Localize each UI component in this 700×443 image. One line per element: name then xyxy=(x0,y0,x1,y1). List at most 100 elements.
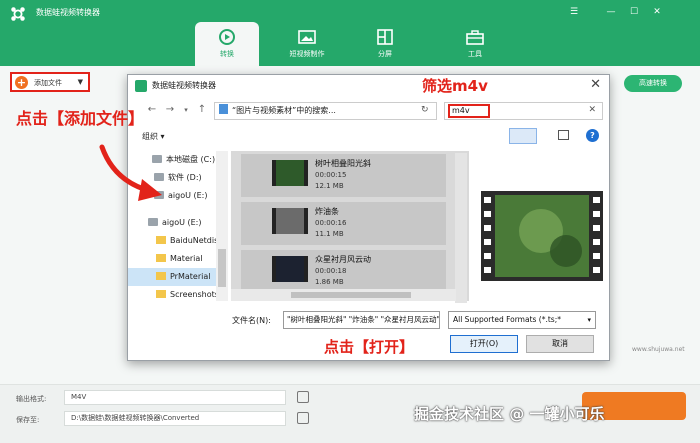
annotation-add-file: 点击【添加文件】 xyxy=(16,109,145,128)
add-file-label: 添加文件 xyxy=(34,79,62,87)
tree-item-material[interactable]: Material xyxy=(128,250,228,268)
list-item[interactable]: 炸油条 00:00:16 11.1 MB xyxy=(241,202,446,245)
refresh-icon[interactable]: ↻ xyxy=(421,105,429,115)
plus-icon: + xyxy=(15,76,28,89)
file-type-value: All Supported Formats (*.ts;* xyxy=(453,315,561,324)
file-size: 1.86 MB xyxy=(315,278,344,286)
horizontal-scroll-thumb[interactable] xyxy=(291,292,411,298)
dialog-toolbar: 组织 ▾ ? xyxy=(128,125,609,147)
tree-item-baidunetdisk[interactable]: BaiduNetdisk xyxy=(128,232,228,250)
folder-icon xyxy=(156,254,166,262)
tree-label: aigoU (E:) xyxy=(162,218,202,227)
cancel-button[interactable]: 取消 xyxy=(526,335,594,353)
file-list-scrollbar[interactable] xyxy=(455,153,467,303)
tree-label: 本地磁盘 (C:) xyxy=(166,155,216,164)
view-options-button[interactable] xyxy=(509,128,537,144)
file-duration: 00:00:16 xyxy=(315,219,347,227)
dialog-close-icon[interactable]: ✕ xyxy=(590,77,601,92)
video-thumbnail xyxy=(272,208,308,234)
open-label: 打开(O) xyxy=(469,339,499,348)
tree-scrollbar[interactable] xyxy=(216,151,228,301)
filename-label: 文件名(N): xyxy=(232,316,271,325)
save-to-select[interactable]: D:\数据蛙\数据蛙视频转换器\Converted xyxy=(64,411,286,426)
app-logo-icon xyxy=(11,7,25,21)
format-settings-icon[interactable] xyxy=(297,391,309,403)
search-box[interactable]: m4v ✕ xyxy=(444,102,603,120)
clear-search-icon[interactable]: ✕ xyxy=(588,105,596,115)
back-icon[interactable]: ← xyxy=(146,104,158,115)
tree-label: BaiduNetdisk xyxy=(170,236,223,245)
tab-label: 转换 xyxy=(220,50,234,58)
tab-label: 短视频制作 xyxy=(289,50,325,58)
drive-icon xyxy=(148,218,158,226)
dialog-title: 数据蛙视频转换器 xyxy=(152,81,216,90)
chevron-down-icon: ▾ xyxy=(587,316,591,324)
convert-icon xyxy=(219,29,235,45)
tree-label: Screenshots xyxy=(170,290,219,299)
folder-icon xyxy=(156,290,166,298)
film-strip-icon xyxy=(481,191,603,281)
search-folder-icon xyxy=(219,104,228,114)
address-text: “图片与视频素材”中的搜索... xyxy=(232,106,336,115)
search-input[interactable]: m4v xyxy=(448,104,490,118)
tree-label: Material xyxy=(170,254,203,263)
annotation-open: 点击【打开】 xyxy=(324,338,415,356)
maximize-icon[interactable]: ☐ xyxy=(627,6,641,18)
address-bar[interactable]: “图片与视频素材”中的搜索... xyxy=(214,102,437,120)
help-icon[interactable]: ? xyxy=(586,129,599,142)
save-to-value: D:\数据蛙\数据蛙视频转换器\Converted xyxy=(71,414,200,422)
minimize-icon[interactable]: — xyxy=(604,6,618,18)
forward-icon[interactable]: → xyxy=(164,104,176,115)
tree-scroll-thumb[interactable] xyxy=(218,249,226,287)
tree-label: aigoU (E:) xyxy=(168,191,208,200)
file-size: 11.1 MB xyxy=(315,230,344,238)
file-type-select[interactable]: All Supported Formats (*.ts;* ▾ xyxy=(448,311,596,329)
list-item[interactable]: 众星衬月风云动 00:00:18 1.86 MB xyxy=(241,250,446,293)
dialog-title-bar: 数据蛙视频转换器 ✕ xyxy=(128,75,609,97)
tree-item-aigou-e-root[interactable]: aigoU (E:) xyxy=(128,214,228,232)
red-arrow-icon xyxy=(99,144,162,201)
video-thumbnail xyxy=(272,256,308,282)
tree-label: PrMaterial xyxy=(170,272,211,281)
filename-value: "树叶相叠阳光斜" "炸油条" "众星衬月风云动" xyxy=(287,315,440,324)
file-list: 树叶相叠阳光斜 00:00:15 12.1 MB 炸油条 00:00:16 11… xyxy=(231,151,469,301)
output-format-select[interactable]: M4V xyxy=(64,390,286,405)
tab-split-screen[interactable]: 分屏 xyxy=(353,22,417,66)
toolbox-icon xyxy=(466,30,484,45)
tab-label: 分屏 xyxy=(378,50,392,58)
tab-convert[interactable]: 转换 xyxy=(195,22,259,66)
folder-icon[interactable] xyxy=(297,412,309,424)
image-icon xyxy=(298,30,316,44)
tree-item-prmaterial[interactable]: PrMaterial xyxy=(128,268,228,286)
horizontal-scrollbar[interactable] xyxy=(231,289,456,301)
folder-icon xyxy=(156,236,166,244)
up-icon[interactable]: ↑ xyxy=(196,104,208,115)
app-header: 数据蛙视频转换器 ☰ — ☐ ✕ 转换 短视频制作 分屏 工具 xyxy=(0,0,700,66)
menu-icon[interactable]: ☰ xyxy=(567,6,581,18)
annotation-filter: 筛选m4v xyxy=(422,77,488,95)
split-screen-icon xyxy=(377,29,393,45)
folder-icon xyxy=(156,272,166,280)
open-button[interactable]: 打开(O) xyxy=(450,335,518,353)
filename-input[interactable]: "树叶相叠阳光斜" "炸油条" "众星衬月风云动" xyxy=(283,311,440,329)
file-name: 炸油条 xyxy=(315,207,339,216)
file-name: 树叶相叠阳光斜 xyxy=(315,159,371,168)
list-item[interactable]: 树叶相叠阳光斜 00:00:15 12.1 MB xyxy=(241,154,446,197)
tree-label: 软件 (D:) xyxy=(168,173,202,182)
high-speed-convert-button[interactable]: 高速转换 xyxy=(624,75,682,92)
chevron-down-icon[interactable]: ▼ xyxy=(78,78,83,86)
close-icon[interactable]: ✕ xyxy=(650,6,664,18)
video-thumbnail xyxy=(272,160,308,186)
add-file-button[interactable]: + 添加文件 ▼ xyxy=(10,72,90,92)
recent-dropdown-icon[interactable]: ▾ xyxy=(180,106,192,114)
tree-item-screenshots[interactable]: Screenshots xyxy=(128,286,228,301)
navigation-row: ← → ▾ ↑ “图片与视频素材”中的搜索... ↻ m4v ✕ xyxy=(128,99,609,123)
preview-pane xyxy=(481,191,603,281)
tab-short-video[interactable]: 短视频制作 xyxy=(275,22,339,66)
preview-pane-icon[interactable] xyxy=(558,130,569,140)
tab-tools[interactable]: 工具 xyxy=(443,22,507,66)
tab-label: 工具 xyxy=(468,50,482,58)
watermark: 掘金技术社区 @ 一罐小可乐 xyxy=(414,405,605,423)
dialog-logo-icon xyxy=(135,80,147,92)
organize-menu[interactable]: 组织 ▾ xyxy=(142,131,165,142)
